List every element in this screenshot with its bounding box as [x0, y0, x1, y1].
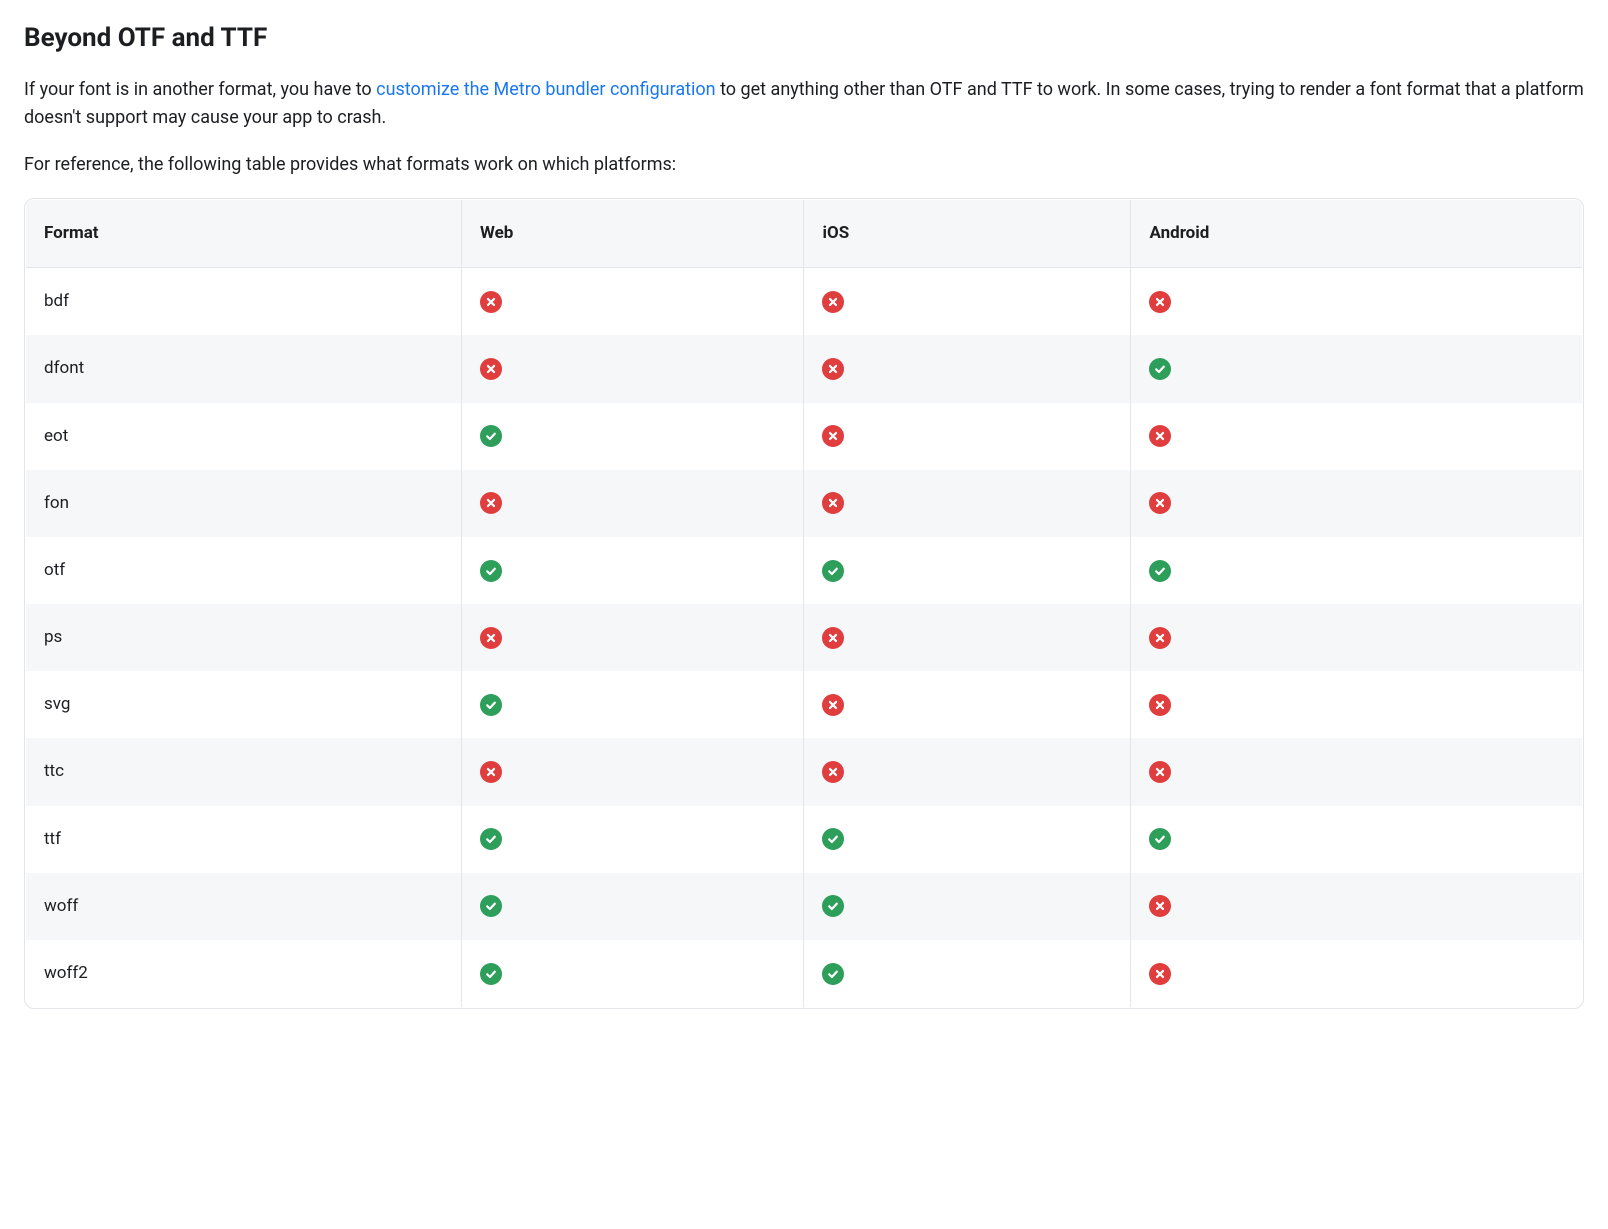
cell-ios — [804, 470, 1131, 537]
cell-ios — [804, 940, 1131, 1008]
intro-paragraph-2: For reference, the following table provi… — [24, 151, 1584, 180]
cell-format: svg — [26, 671, 462, 738]
cell-android — [1131, 806, 1583, 873]
check-icon — [480, 828, 502, 850]
cross-icon — [822, 425, 844, 447]
column-header-format: Format — [26, 199, 462, 267]
cross-icon — [822, 694, 844, 716]
cross-icon — [822, 492, 844, 514]
cross-icon — [822, 761, 844, 783]
cell-format: woff — [26, 873, 462, 940]
cell-ios — [804, 268, 1131, 336]
cell-ios — [804, 537, 1131, 604]
cell-web — [461, 738, 804, 805]
check-icon — [480, 560, 502, 582]
cross-icon — [480, 291, 502, 313]
cell-web — [461, 873, 804, 940]
cell-format: ttf — [26, 806, 462, 873]
check-icon — [480, 425, 502, 447]
cell-ios — [804, 806, 1131, 873]
cell-web — [461, 403, 804, 470]
table-row: ttc — [26, 738, 1583, 805]
check-icon — [822, 560, 844, 582]
table-row: woff2 — [26, 940, 1583, 1008]
cell-web — [461, 940, 804, 1008]
cell-android — [1131, 335, 1583, 402]
cross-icon — [480, 761, 502, 783]
cell-ios — [804, 403, 1131, 470]
cell-web — [461, 470, 804, 537]
cell-android — [1131, 940, 1583, 1008]
cell-format: fon — [26, 470, 462, 537]
cross-icon — [480, 492, 502, 514]
table-row: woff — [26, 873, 1583, 940]
cell-format: ps — [26, 604, 462, 671]
cross-icon — [1149, 291, 1171, 313]
cell-ios — [804, 738, 1131, 805]
cross-icon — [1149, 963, 1171, 985]
cross-icon — [1149, 425, 1171, 447]
column-header-ios: iOS — [804, 199, 1131, 267]
table-row: otf — [26, 537, 1583, 604]
cross-icon — [480, 627, 502, 649]
cross-icon — [1149, 627, 1171, 649]
cross-icon — [1149, 492, 1171, 514]
metro-config-link[interactable]: customize the Metro bundler configuratio… — [376, 79, 715, 100]
cell-format: bdf — [26, 268, 462, 336]
cross-icon — [822, 627, 844, 649]
cross-icon — [480, 358, 502, 380]
check-icon — [822, 895, 844, 917]
cell-ios — [804, 604, 1131, 671]
check-icon — [480, 963, 502, 985]
cell-android — [1131, 671, 1583, 738]
text-before-link: If your font is in another format, you h… — [24, 79, 376, 100]
cell-android — [1131, 604, 1583, 671]
cell-format: dfont — [26, 335, 462, 402]
cell-web — [461, 268, 804, 336]
cell-android — [1131, 268, 1583, 336]
cell-android — [1131, 738, 1583, 805]
check-icon — [1149, 358, 1171, 380]
check-icon — [480, 694, 502, 716]
cell-android — [1131, 470, 1583, 537]
cell-web — [461, 335, 804, 402]
check-icon — [822, 963, 844, 985]
cell-format: woff2 — [26, 940, 462, 1008]
table-row: fon — [26, 470, 1583, 537]
cell-android — [1131, 537, 1583, 604]
table-row: svg — [26, 671, 1583, 738]
column-header-android: Android — [1131, 199, 1583, 267]
table-row: dfont — [26, 335, 1583, 402]
table-row: bdf — [26, 268, 1583, 336]
cross-icon — [1149, 895, 1171, 917]
cell-ios — [804, 335, 1131, 402]
intro-paragraph-1: If your font is in another format, you h… — [24, 76, 1584, 134]
cell-format: ttc — [26, 738, 462, 805]
check-icon — [480, 895, 502, 917]
check-icon — [1149, 828, 1171, 850]
check-icon — [822, 828, 844, 850]
cell-ios — [804, 671, 1131, 738]
table-row: ttf — [26, 806, 1583, 873]
cell-android — [1131, 403, 1583, 470]
cross-icon — [1149, 694, 1171, 716]
page-title: Beyond OTF and TTF — [24, 18, 1584, 60]
table-row: ps — [26, 604, 1583, 671]
cell-web — [461, 806, 804, 873]
cross-icon — [822, 358, 844, 380]
cross-icon — [1149, 761, 1171, 783]
cell-web — [461, 537, 804, 604]
cell-android — [1131, 873, 1583, 940]
column-header-web: Web — [461, 199, 804, 267]
cell-format: eot — [26, 403, 462, 470]
cell-format: otf — [26, 537, 462, 604]
cell-web — [461, 604, 804, 671]
cell-ios — [804, 873, 1131, 940]
cell-web — [461, 671, 804, 738]
format-support-table: Format Web iOS Android bdfdfonteotfonotf… — [24, 198, 1584, 1009]
cross-icon — [822, 291, 844, 313]
table-row: eot — [26, 403, 1583, 470]
check-icon — [1149, 560, 1171, 582]
